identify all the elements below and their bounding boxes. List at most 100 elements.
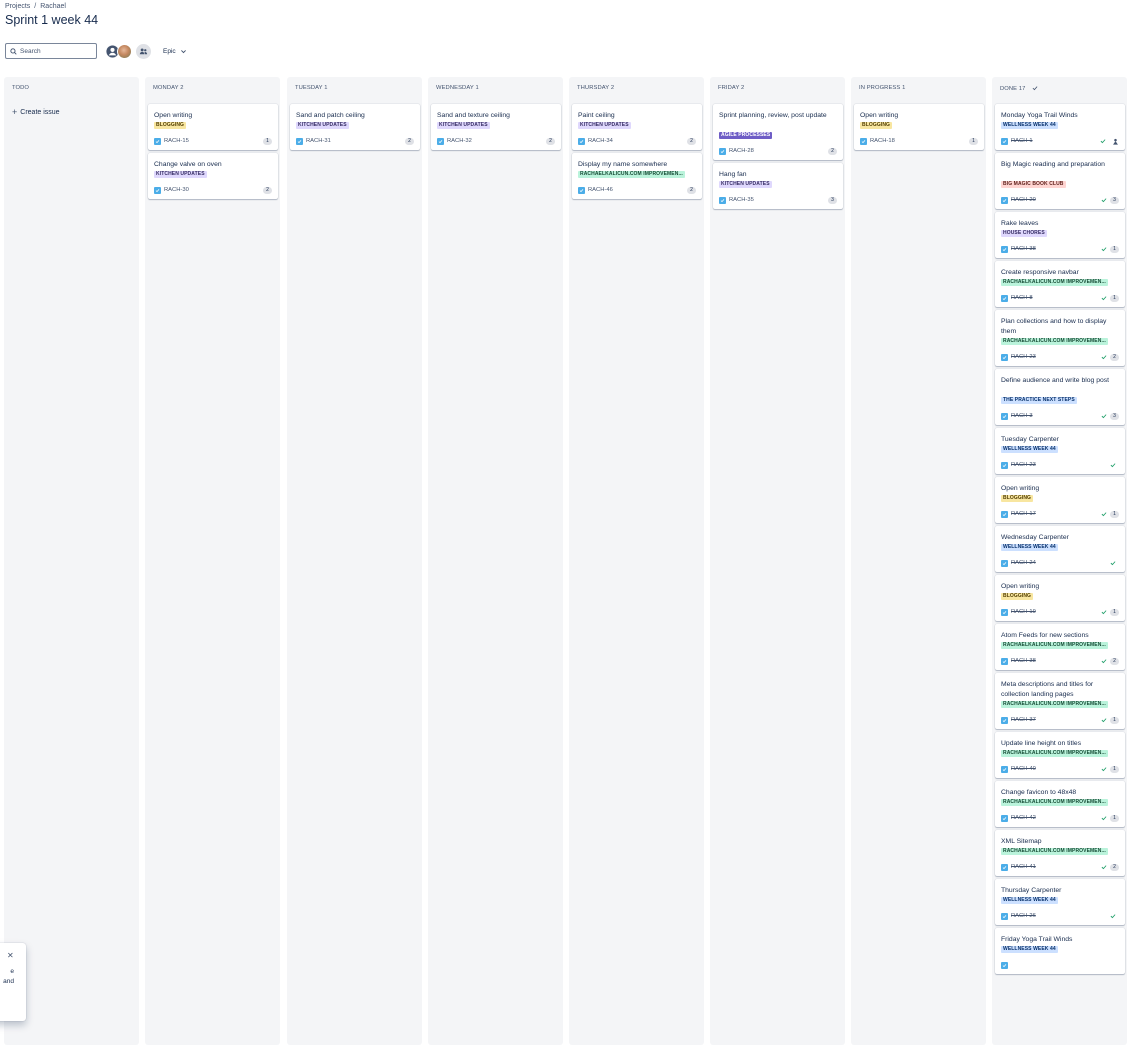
column-header: MONDAY 2 bbox=[153, 85, 184, 91]
assignee-icon[interactable] bbox=[1111, 137, 1119, 145]
story-points-badge: 1 bbox=[263, 137, 272, 145]
issue-key[interactable]: RACH-23 bbox=[1011, 354, 1100, 360]
story-icon bbox=[1001, 814, 1008, 822]
story-icon bbox=[154, 186, 161, 194]
issue-key[interactable]: RACH-23 bbox=[1011, 462, 1109, 468]
issue-card[interactable]: Create responsive navbar RACHAELKALICUN.C… bbox=[995, 261, 1125, 307]
search-box[interactable] bbox=[5, 43, 97, 59]
search-input[interactable] bbox=[20, 47, 90, 55]
issue-card[interactable]: Atom Feeds for new sections RACHAELKALICU… bbox=[995, 624, 1125, 670]
issue-card-title: Change favicon to 48x48 bbox=[1001, 789, 1077, 796]
issue-key[interactable]: RACH-24 bbox=[1011, 560, 1109, 566]
issue-card[interactable]: Open writing BLOGGING RACH-17 1 bbox=[995, 477, 1125, 523]
issue-card[interactable]: Open writing BLOGGING RACH-19 1 bbox=[995, 575, 1125, 621]
board-column: WEDNESDAY 1 Sand and texture ceiling KITCH… bbox=[428, 77, 563, 1045]
issue-card[interactable]: Sand and texture ceiling KITCHEN UPDATES R… bbox=[431, 104, 561, 150]
issue-card[interactable]: Sprint planning, review, post update AGIL… bbox=[713, 104, 843, 160]
done-check-icon bbox=[1100, 197, 1107, 204]
issue-key[interactable]: RACH-18 bbox=[870, 138, 969, 144]
close-icon[interactable]: ✕ bbox=[7, 951, 14, 960]
issue-card-footer bbox=[1001, 961, 1119, 969]
issue-key[interactable]: RACH-1 bbox=[1011, 138, 1099, 144]
column-header-label: TUESDAY 1 bbox=[295, 85, 328, 91]
issue-card[interactable]: Plan collections and how to display them… bbox=[995, 310, 1125, 366]
issue-card[interactable]: Meta descriptions and titles for collect… bbox=[995, 673, 1125, 729]
avatar-rachael[interactable] bbox=[117, 43, 132, 59]
epic-lozenge: RACHAELKALICUN.COM IMPROVEMEN... bbox=[1001, 799, 1108, 806]
issue-key[interactable]: RACH-8 bbox=[1011, 295, 1100, 301]
epic-lozenge: THE PRACTICE NEXT STEPS bbox=[1001, 397, 1077, 404]
issue-key[interactable]: RACH-31 bbox=[306, 138, 405, 144]
issue-card-title: Friday Yoga Trail Winds bbox=[1001, 936, 1073, 943]
issue-card-title: Big Magic reading and preparation bbox=[1001, 161, 1105, 168]
issue-key[interactable]: RACH-41 bbox=[1011, 864, 1100, 870]
issue-card-title: Thursday Carpenter bbox=[1001, 887, 1062, 894]
issue-key[interactable]: RACH-46 bbox=[588, 187, 687, 193]
done-check-icon bbox=[1100, 864, 1107, 871]
issue-card-footer: RACH-3 3 bbox=[1001, 412, 1119, 420]
issue-key[interactable]: RACH-34 bbox=[588, 138, 687, 144]
issue-card[interactable]: XML Sitemap RACHAELKALICUN.COM IMPROVEMEN… bbox=[995, 830, 1125, 876]
issue-card-footer: RACH-41 2 bbox=[1001, 863, 1119, 871]
board-column: DONE 17 Monday Yoga Trail Winds WELLNESS W… bbox=[992, 77, 1127, 1045]
story-icon bbox=[1001, 912, 1008, 920]
story-points-badge: 2 bbox=[1110, 657, 1119, 665]
issue-key[interactable]: RACH-19 bbox=[1011, 609, 1100, 615]
issue-card[interactable]: Change valve on oven KITCHEN UPDATES RACH-… bbox=[148, 153, 278, 199]
issue-key[interactable]: RACH-3 bbox=[1011, 413, 1100, 419]
issue-key[interactable]: RACH-26 bbox=[1011, 913, 1109, 919]
issue-card[interactable]: Display my name somewhere RACHAELKALICUN.… bbox=[572, 153, 702, 199]
issue-card[interactable]: Wednesday Carpenter WELLNESS WEEK 44 RACH-… bbox=[995, 526, 1125, 572]
issue-card[interactable]: Open writing BLOGGING RACH-18 1 bbox=[854, 104, 984, 150]
breadcrumb-rachael[interactable]: Rachael bbox=[40, 3, 66, 10]
board-column: IN PROGRESS 1 Open writing BLOGGING RACH-18… bbox=[851, 77, 986, 1045]
issue-card-title: Open writing bbox=[1001, 485, 1040, 492]
story-icon bbox=[1001, 716, 1008, 724]
story-points-badge: 1 bbox=[1110, 294, 1119, 302]
issue-key[interactable]: RACH-15 bbox=[164, 138, 263, 144]
issue-card[interactable]: Rake leaves HOUSE CHORES RACH-38 1 bbox=[995, 212, 1125, 258]
epic-lozenge: BIG MAGIC BOOK CLUB bbox=[1001, 181, 1066, 188]
epic-lozenge: KITCHEN UPDATES bbox=[719, 181, 772, 188]
issue-card[interactable]: Update line height on titles RACHAELKALIC… bbox=[995, 732, 1125, 778]
issue-card[interactable]: Big Magic reading and preparation BIG MAG… bbox=[995, 153, 1125, 209]
issue-card-title: Create responsive navbar bbox=[1001, 269, 1079, 276]
issue-key[interactable]: RACH-38 bbox=[1011, 658, 1100, 664]
breadcrumb-projects[interactable]: Projects bbox=[5, 3, 30, 10]
issue-card[interactable]: Change favicon to 48x48 RACHAELKALICUN.CO… bbox=[995, 781, 1125, 827]
issue-card[interactable]: Monday Yoga Trail Winds WELLNESS WEEK 44 R… bbox=[995, 104, 1125, 150]
issue-key[interactable]: RACH-38 bbox=[1011, 246, 1100, 252]
issue-card[interactable]: Sand and patch ceiling KITCHEN UPDATES RAC… bbox=[290, 104, 420, 150]
story-icon bbox=[578, 137, 585, 145]
column-header: THURSDAY 2 bbox=[577, 85, 614, 91]
epic-filter-dropdown[interactable]: Epic bbox=[163, 48, 187, 55]
issue-card[interactable]: Friday Yoga Trail Winds WELLNESS WEEK 44 bbox=[995, 928, 1125, 974]
issue-key[interactable]: RACH-32 bbox=[447, 138, 546, 144]
issue-card[interactable]: Open writing BLOGGING RACH-15 1 bbox=[148, 104, 278, 150]
issue-card[interactable]: Hang fan KITCHEN UPDATES RACH-35 3 bbox=[713, 163, 843, 209]
column-header: IN PROGRESS 1 bbox=[859, 85, 905, 91]
issue-key[interactable]: RACH-35 bbox=[729, 197, 828, 203]
issue-key[interactable]: RACH-17 bbox=[1011, 511, 1100, 517]
story-icon bbox=[154, 137, 161, 145]
issue-key[interactable]: RACH-40 bbox=[1011, 766, 1100, 772]
issue-key[interactable]: RACH-42 bbox=[1011, 815, 1100, 821]
epic-lozenge: KITCHEN UPDATES bbox=[296, 122, 349, 129]
plus-icon: + bbox=[12, 107, 18, 117]
epic-lozenge: BLOGGING bbox=[860, 122, 893, 129]
story-icon bbox=[437, 137, 444, 145]
issue-card-title: Sand and patch ceiling bbox=[296, 112, 365, 119]
issue-key[interactable]: RACH-20 bbox=[1011, 197, 1100, 203]
issue-card-footer: RACH-18 1 bbox=[860, 137, 978, 145]
column-header: TUESDAY 1 bbox=[295, 85, 328, 91]
issue-card[interactable]: Tuesday Carpenter WELLNESS WEEK 44 RACH-23 bbox=[995, 428, 1125, 474]
issue-card[interactable]: Define audience and write blog post THE P… bbox=[995, 369, 1125, 425]
issue-card[interactable]: Thursday Carpenter WELLNESS WEEK 44 RACH-2… bbox=[995, 879, 1125, 925]
issue-card[interactable]: Paint ceiling KITCHEN UPDATES RACH-34 2 bbox=[572, 104, 702, 150]
issue-key[interactable]: RACH-30 bbox=[164, 187, 263, 193]
column-header-label: WEDNESDAY 1 bbox=[436, 85, 479, 91]
issue-key[interactable]: RACH-37 bbox=[1011, 717, 1100, 723]
issue-key[interactable]: RACH-28 bbox=[729, 148, 828, 154]
create-issue-button[interactable]: + Create issue bbox=[12, 108, 60, 117]
add-people-button[interactable] bbox=[136, 43, 151, 59]
